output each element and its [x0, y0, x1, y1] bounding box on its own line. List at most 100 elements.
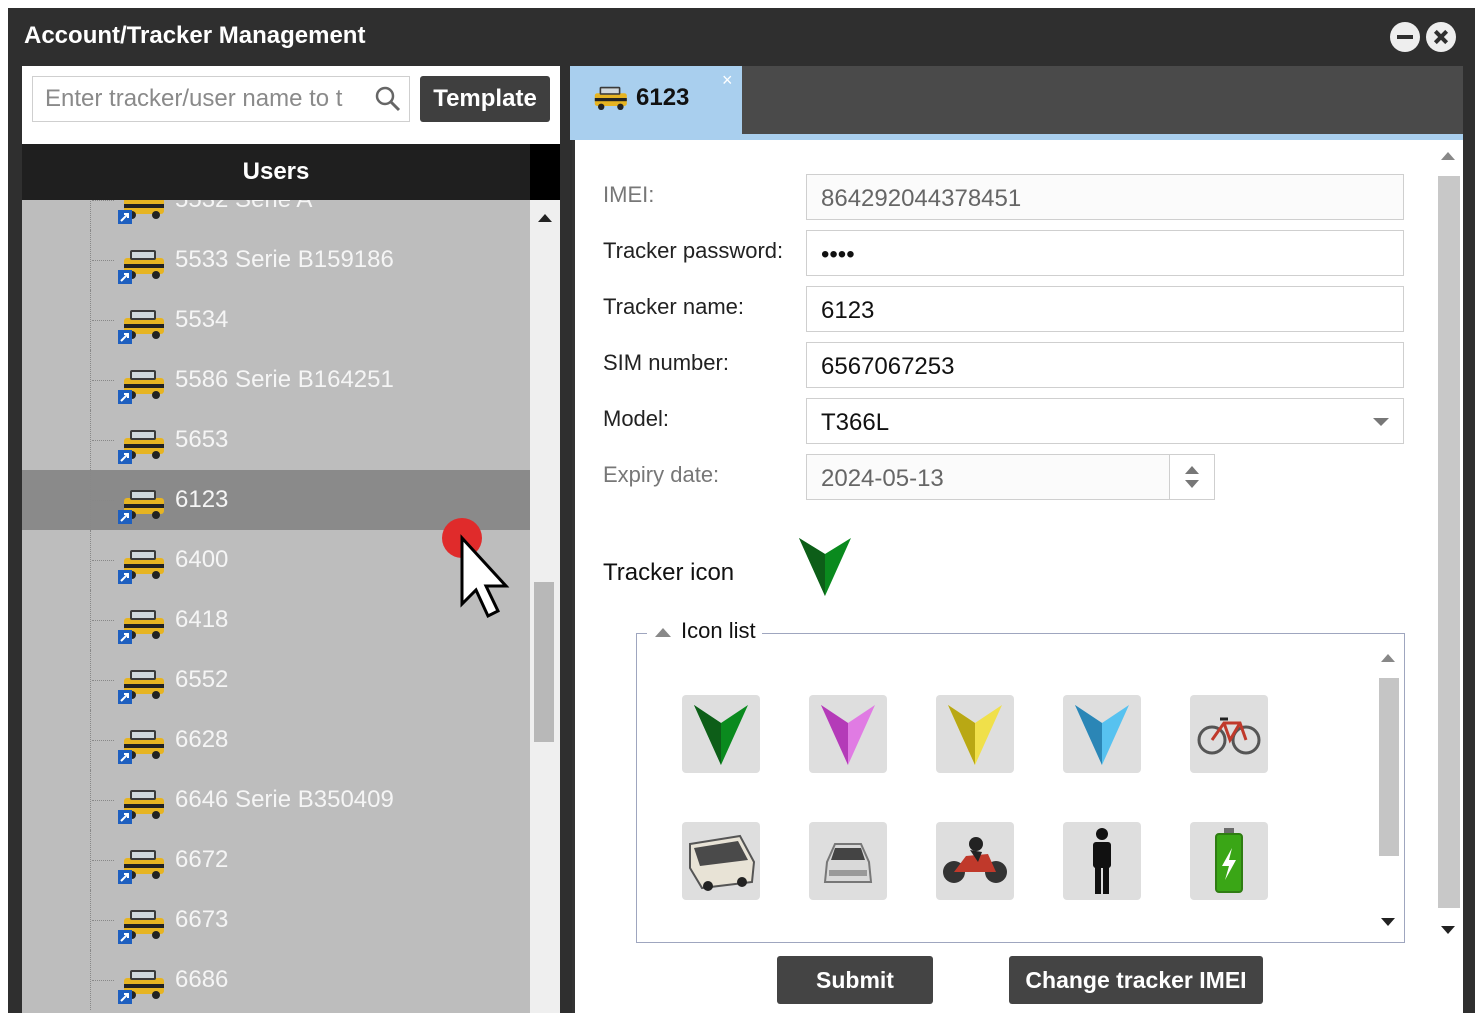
icon-option-arrow-blue[interactable]	[1063, 695, 1141, 773]
taxi-icon	[118, 610, 164, 644]
blue-arrow-icon	[1075, 705, 1129, 765]
icon-option-motorcycle[interactable]	[936, 822, 1014, 900]
taxi-icon	[118, 970, 164, 1004]
form-scrollbar[interactable]	[1435, 140, 1461, 946]
sim-number-label: SIM number:	[603, 350, 729, 375]
tree-item[interactable]: 5532 Serie A	[22, 200, 530, 230]
tree-item-label: 6552	[175, 666, 229, 693]
scroll-up-arrow-icon[interactable]	[1441, 152, 1455, 160]
password-label: Tracker password:	[603, 238, 784, 263]
icon-option-arrow-pink[interactable]	[809, 695, 887, 773]
tree-item-label: 6418	[175, 606, 229, 633]
tab-close-icon[interactable]: ×	[722, 70, 733, 91]
search-icon[interactable]	[375, 86, 401, 112]
minimize-button[interactable]	[1390, 22, 1420, 52]
taxi-icon	[118, 370, 164, 404]
tree-item-label: 6672	[175, 846, 229, 873]
tree-item[interactable]: 5653	[22, 410, 530, 470]
icon-option-battery[interactable]	[1190, 822, 1268, 900]
password-field[interactable]: ••••	[806, 230, 1404, 276]
submit-button[interactable]: Submit	[777, 956, 933, 1004]
taxi-icon	[118, 430, 164, 464]
tree-item-label: 5534	[175, 306, 229, 333]
motorcycle-icon	[943, 837, 1007, 883]
yellow-arrow-icon	[948, 705, 1002, 765]
icon-option-bus[interactable]	[682, 822, 760, 900]
scroll-thumb[interactable]	[534, 582, 554, 742]
scroll-up-arrow-icon[interactable]	[1381, 654, 1395, 662]
stepper-up-icon[interactable]	[1185, 466, 1199, 474]
taxi-icon	[118, 550, 164, 584]
icon-list-label: Icon list	[681, 618, 756, 643]
tree-item-label: 6646 Serie B350409	[175, 786, 394, 813]
taxi-icon	[118, 670, 164, 704]
tab-strip: 6123 ×	[570, 66, 1463, 134]
change-tracker-imei-button[interactable]: Change tracker IMEI	[1009, 956, 1263, 1004]
tree-item[interactable]: 5533 Serie B159186	[22, 230, 530, 290]
tree-item[interactable]: 5534	[22, 290, 530, 350]
tree-item[interactable]: 6628	[22, 710, 530, 770]
tree-item-label: 6628	[175, 726, 229, 753]
tree-item[interactable]: 6672	[22, 830, 530, 890]
green-arrow-icon	[694, 705, 748, 765]
expiry-date-field: 2024-05-13	[806, 454, 1170, 500]
icon-option-bicycle[interactable]	[1190, 695, 1268, 773]
tab-tracker[interactable]: 6123 ×	[570, 66, 742, 134]
taxi-icon	[118, 250, 164, 284]
taxi-icon	[118, 730, 164, 764]
tree-item[interactable]: 6552	[22, 650, 530, 710]
scroll-down-arrow-icon[interactable]	[1381, 918, 1395, 926]
expiry-date-label: Expiry date:	[603, 462, 720, 487]
collapse-triangle-icon[interactable]	[655, 627, 671, 637]
icon-option-arrow-green[interactable]	[682, 695, 760, 773]
model-select[interactable]: T366L	[806, 398, 1404, 444]
taxi-icon	[118, 790, 164, 824]
search-input[interactable]	[33, 77, 375, 121]
window-title: Account/Tracker Management	[24, 22, 366, 49]
pink-arrow-icon	[821, 705, 875, 765]
scroll-thumb[interactable]	[1379, 678, 1399, 856]
bus-icon	[689, 834, 756, 891]
icon-list-legend[interactable]: Icon list	[647, 618, 762, 644]
taxi-icon	[118, 310, 164, 344]
scroll-down-arrow-icon[interactable]	[1441, 926, 1455, 934]
tab-label: 6123	[636, 84, 690, 111]
tree-item[interactable]: 6646 Serie B350409	[22, 770, 530, 830]
icon-option-car[interactable]	[809, 822, 887, 900]
search-box[interactable]	[32, 76, 410, 122]
expiry-date-stepper[interactable]	[1169, 454, 1215, 500]
close-window-button[interactable]	[1426, 22, 1456, 52]
icon-option-person[interactable]	[1063, 822, 1141, 900]
title-bar: Account/Tracker Management	[8, 8, 1475, 64]
imei-field: 864292044378451	[806, 174, 1404, 220]
taxi-icon	[118, 490, 164, 524]
person-icon	[1093, 828, 1111, 894]
tracker-name-field[interactable]: 6123	[806, 286, 1404, 332]
scroll-up-arrow-icon[interactable]	[538, 214, 552, 222]
tracker-icon-label: Tracker icon	[603, 559, 735, 586]
battery-icon	[1215, 828, 1243, 893]
tree-item-label: 5532 Serie A	[175, 200, 312, 214]
tree-item-label: 6123	[175, 486, 229, 513]
template-button[interactable]: Template	[420, 76, 550, 122]
tree-item[interactable]: 5586 Serie B164251	[22, 350, 530, 410]
stepper-down-icon[interactable]	[1185, 480, 1199, 488]
scroll-thumb[interactable]	[1438, 176, 1460, 908]
tracker-form: IMEI: 864292044378451 Tracker password: …	[572, 140, 1463, 1013]
tree-item-label: 6686	[175, 966, 229, 993]
users-header: Users	[22, 144, 530, 200]
tracker-name-label: Tracker name:	[603, 294, 745, 319]
taxi-icon	[118, 910, 164, 944]
tree-scrollbar[interactable]	[530, 200, 560, 1013]
sim-number-field[interactable]: 6567067253	[806, 342, 1404, 388]
taxi-icon	[118, 200, 164, 224]
model-label: Model:	[603, 406, 670, 431]
tree-item[interactable]: 6673	[22, 890, 530, 950]
tree-item-label: 5653	[175, 426, 229, 453]
icon-list-scrollbar[interactable]	[1375, 648, 1401, 940]
model-value: T366L	[821, 409, 890, 436]
icon-option-arrow-yellow[interactable]	[936, 695, 1014, 773]
users-header-corner	[530, 144, 560, 200]
tree-item[interactable]: 6686	[22, 950, 530, 1010]
chevron-down-icon[interactable]	[1373, 418, 1389, 426]
